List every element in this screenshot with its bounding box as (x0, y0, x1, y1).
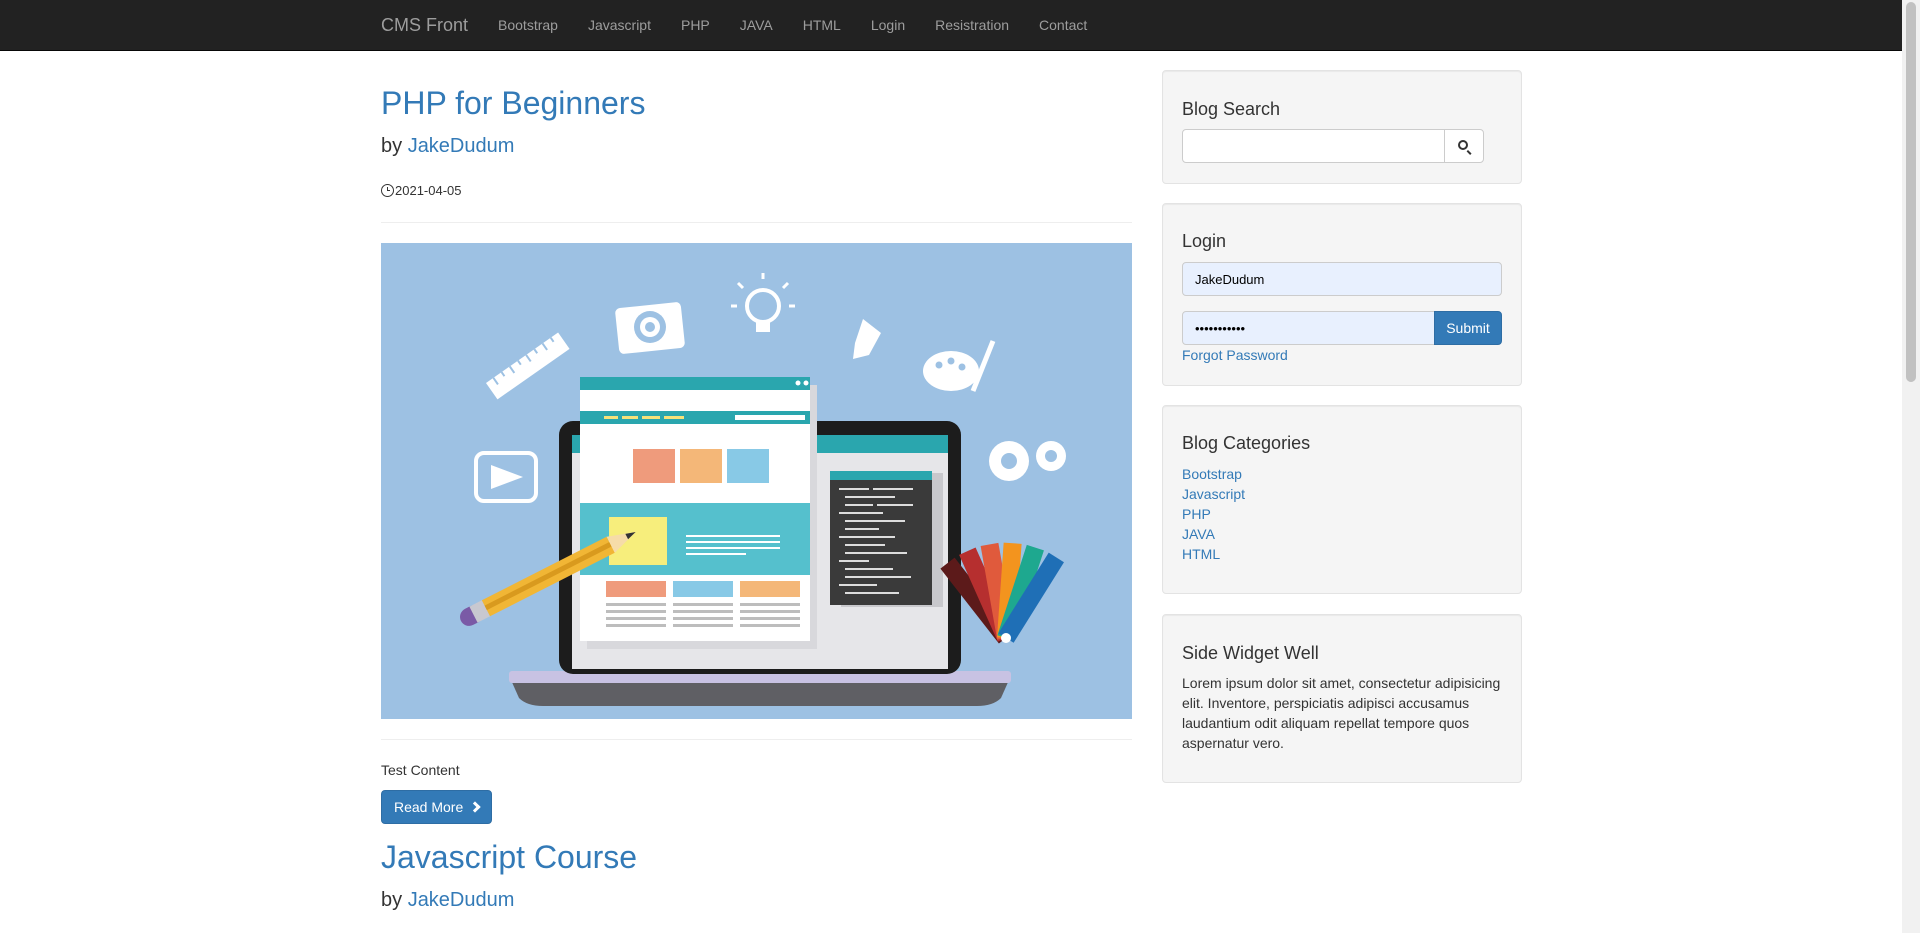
read-more-label: Read More (394, 799, 464, 815)
chevron-right-icon (469, 801, 481, 813)
nav-link-java[interactable]: JAVA (725, 0, 788, 50)
nav-link-login[interactable]: Login (856, 0, 920, 50)
nav-link-contact[interactable]: Contact (1024, 0, 1102, 50)
nav-link-javascript[interactable]: Javascript (573, 0, 666, 50)
clock-icon (381, 184, 394, 197)
category-link-javascript[interactable]: Javascript (1182, 486, 1245, 502)
page-scrollbar[interactable] (1902, 0, 1920, 933)
author-link[interactable]: JakeDudum (408, 889, 515, 911)
post-title-link[interactable]: PHP for Beginners (381, 85, 645, 122)
blog-categories-title: Blog Categories (1182, 433, 1311, 453)
side-widget-title: Side Widget Well (1182, 643, 1319, 663)
submit-button[interactable]: Submit (1434, 311, 1502, 345)
category-link-java[interactable]: JAVA (1182, 526, 1215, 542)
brand-link[interactable]: CMS Front (366, 0, 483, 50)
nav-link-registration[interactable]: Resistration (920, 0, 1024, 50)
post-featured-image (381, 243, 1132, 719)
post-date: 2021-04-05 (381, 183, 462, 198)
navbar-container: CMS Front Bootstrap Javascript PHP JAVA … (366, 0, 1102, 50)
nav-link-php[interactable]: PHP (666, 0, 725, 50)
password-input[interactable] (1182, 311, 1435, 345)
login-title: Login (1182, 231, 1227, 251)
post-title-link[interactable]: Javascript Course (381, 839, 637, 876)
top-navbar: CMS Front Bootstrap Javascript PHP JAVA … (0, 0, 1902, 51)
username-input[interactable] (1182, 262, 1502, 296)
scrollbar-thumb[interactable] (1906, 2, 1916, 382)
post-byline: by JakeDudum (381, 889, 514, 912)
author-link[interactable]: JakeDudum (408, 135, 515, 157)
post-date-text: 2021-04-05 (395, 183, 462, 198)
search-icon (1457, 139, 1468, 150)
nav-link-bootstrap[interactable]: Bootstrap (483, 0, 573, 50)
web-design-illustration (381, 243, 1132, 719)
divider (381, 222, 1132, 223)
login-well: Login Submit Forgot Password (1162, 203, 1522, 386)
blog-posts-column: PHP for Beginners by JakeDudum 2021-04-0… (381, 51, 1132, 933)
category-list: Bootstrap Javascript PHP JAVA HTML (1182, 464, 1245, 564)
post-byline: by JakeDudum (381, 135, 514, 158)
blog-categories-well: Blog Categories Bootstrap Javascript PHP… (1162, 405, 1522, 594)
byline-prefix: by (381, 889, 403, 911)
divider (381, 739, 1132, 740)
category-link-bootstrap[interactable]: Bootstrap (1182, 466, 1242, 482)
category-link-php[interactable]: PHP (1182, 506, 1211, 522)
blog-search-title: Blog Search (1182, 99, 1281, 119)
post-excerpt: Test Content (381, 762, 460, 778)
byline-prefix: by (381, 135, 403, 157)
read-more-button[interactable]: Read More (381, 790, 493, 824)
blog-search-well: Blog Search (1162, 70, 1522, 184)
side-widget-well: Side Widget Well Lorem ipsum dolor sit a… (1162, 614, 1522, 783)
search-button[interactable] (1444, 129, 1484, 163)
category-link-html[interactable]: HTML (1182, 546, 1220, 562)
forgot-password-link[interactable]: Forgot Password (1182, 347, 1288, 363)
search-input[interactable] (1182, 129, 1445, 163)
side-widget-text: Lorem ipsum dolor sit amet, consectetur … (1182, 675, 1501, 751)
nav-link-html[interactable]: HTML (788, 0, 856, 50)
